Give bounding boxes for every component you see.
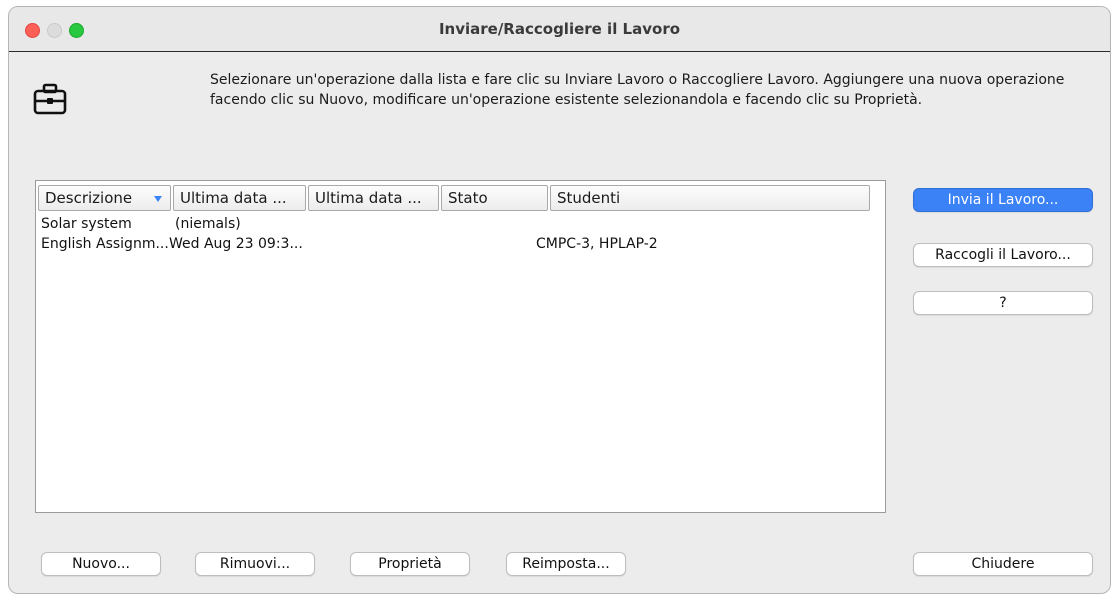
new-button[interactable]: Nuovo... — [41, 552, 161, 576]
operations-table[interactable]: Descrizione Ultima data ... Ultima data … — [35, 180, 886, 513]
column-header-ultima-data-2[interactable]: Ultima data ... — [308, 185, 439, 211]
cell-ultima-data-1: (niemals) — [175, 216, 241, 232]
column-header-label: Studenti — [557, 189, 621, 207]
remove-button[interactable]: Rimuovi... — [195, 552, 315, 576]
column-header-ultima-data-1[interactable]: Ultima data ... — [173, 185, 306, 211]
instructions-text: Selezionare un'operazione dalla lista e … — [210, 72, 1065, 108]
sort-descending-icon — [154, 196, 162, 202]
send-work-button[interactable]: Invia il Lavoro... — [913, 188, 1093, 212]
help-button[interactable]: ? — [913, 291, 1093, 315]
properties-button[interactable]: Proprietà — [350, 552, 470, 576]
cell-studenti: CMPC-3, HPLAP-2 — [536, 236, 658, 252]
column-header-label: Descrizione — [45, 189, 133, 207]
close-button[interactable]: Chiudere — [913, 552, 1093, 576]
title-bar[interactable]: Inviare/Raccogliere il Lavoro — [9, 7, 1110, 52]
table-header: Descrizione Ultima data ... Ultima data … — [36, 181, 885, 213]
column-header-studenti[interactable]: Studenti — [550, 185, 870, 211]
window-title: Inviare/Raccogliere il Lavoro — [438, 20, 681, 38]
collect-work-button[interactable]: Raccogli il Lavoro... — [913, 243, 1093, 267]
reset-button[interactable]: Reimposta... — [506, 552, 626, 576]
table-row[interactable]: English Assignm... Wed Aug 23 09:3... CM… — [36, 234, 885, 254]
column-header-descrizione[interactable]: Descrizione — [38, 185, 171, 211]
column-header-label: Stato — [448, 189, 488, 207]
cell-descrizione: English Assignm... — [41, 236, 169, 252]
table-row[interactable]: Solar system (niemals) — [36, 214, 885, 234]
column-header-label: Ultima data ... — [180, 189, 287, 207]
send-collect-work-window: Inviare/Raccogliere il Lavoro Selezionar… — [8, 6, 1111, 594]
column-header-label: Ultima data ... — [315, 189, 422, 207]
cell-descrizione: Solar system — [41, 216, 132, 232]
cell-ultima-data-1: Wed Aug 23 09:3... — [169, 236, 303, 252]
briefcase-icon — [33, 83, 67, 115]
column-header-stato[interactable]: Stato — [441, 185, 548, 211]
